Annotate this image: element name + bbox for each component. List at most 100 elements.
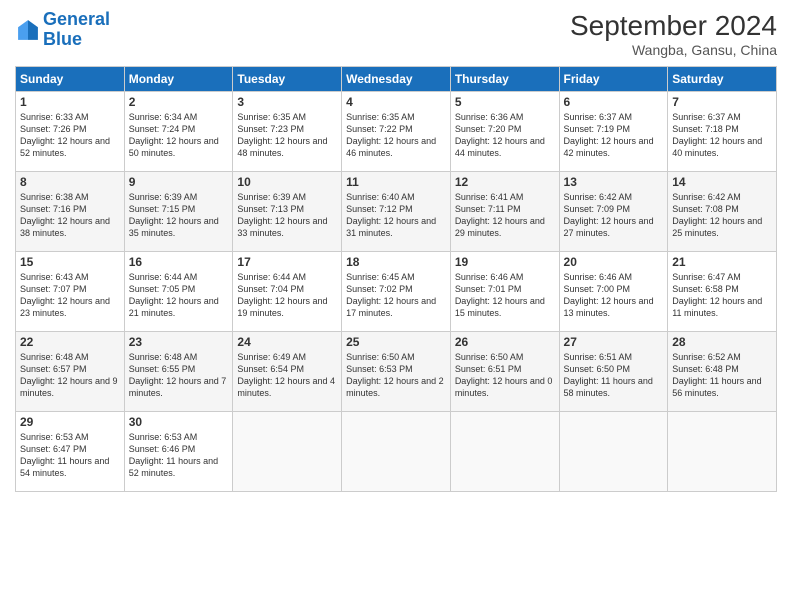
day-info: Sunrise: 6:45 AM Sunset: 7:02 PM Dayligh… [346, 271, 446, 320]
col-friday: Friday [559, 67, 668, 92]
col-sunday: Sunday [16, 67, 125, 92]
day-number: 8 [20, 175, 120, 189]
table-row: 7Sunrise: 6:37 AM Sunset: 7:18 PM Daylig… [668, 92, 777, 172]
calendar-row: 8Sunrise: 6:38 AM Sunset: 7:16 PM Daylig… [16, 172, 777, 252]
col-monday: Monday [124, 67, 233, 92]
day-number: 25 [346, 335, 446, 349]
day-number: 16 [129, 255, 229, 269]
table-row: 12 Sunrise: 6:41 AM Sunset: 7:11 PM Dayli… [450, 172, 559, 252]
col-wednesday: Wednesday [342, 67, 451, 92]
table-row: 22 Sunrise: 6:48 AM Sunset: 6:57 PM Dayli… [16, 332, 125, 412]
table-row: 19Sunrise: 6:46 AM Sunset: 7:01 PM Dayli… [450, 252, 559, 332]
table-row: 1Sunrise: 6:33 AM Sunset: 7:26 PM Daylig… [16, 92, 125, 172]
table-row: 18 Sunrise: 6:45 AM Sunset: 7:02 PM Dayli… [342, 252, 451, 332]
table-row [342, 412, 451, 492]
day-info: Sunrise: 6:46 AM Sunset: 7:00 PM Dayligh… [564, 271, 664, 320]
table-row: 26 Sunrise: 6:50 AM Sunset: 6:51 PM Dayli… [450, 332, 559, 412]
table-row: 15 Sunrise: 6:43 AM Sunset: 7:07 PM Dayli… [16, 252, 125, 332]
table-row: 9 Sunrise: 6:39 AM Sunset: 7:15 PM Daylig… [124, 172, 233, 252]
day-info: Sunrise: 6:53 AM Sunset: 6:46 PM Dayligh… [129, 431, 229, 480]
day-number: 28 [672, 335, 772, 349]
table-row: 14Sunrise: 6:42 AM Sunset: 7:08 PM Dayli… [668, 172, 777, 252]
day-info: Sunrise: 6:50 AM Sunset: 6:53 PM Dayligh… [346, 351, 446, 400]
location-subtitle: Wangba, Gansu, China [570, 42, 777, 58]
day-number: 7 [672, 95, 772, 109]
day-number: 1 [20, 95, 120, 109]
day-info: Sunrise: 6:49 AM Sunset: 6:54 PM Dayligh… [237, 351, 337, 400]
day-number: 9 [129, 175, 229, 189]
day-info: Sunrise: 6:35 AM Sunset: 7:22 PM Dayligh… [346, 111, 446, 160]
day-number: 15 [20, 255, 120, 269]
table-row: 6Sunrise: 6:37 AM Sunset: 7:19 PM Daylig… [559, 92, 668, 172]
table-row: 10 Sunrise: 6:39 AM Sunset: 7:13 PM Dayli… [233, 172, 342, 252]
col-tuesday: Tuesday [233, 67, 342, 92]
table-row [559, 412, 668, 492]
table-row: 5 Sunrise: 6:36 AM Sunset: 7:20 PM Daylig… [450, 92, 559, 172]
day-number: 12 [455, 175, 555, 189]
title-block: September 2024 Wangba, Gansu, China [570, 10, 777, 58]
day-number: 2 [129, 95, 229, 109]
day-info: Sunrise: 6:39 AM Sunset: 7:13 PM Dayligh… [237, 191, 337, 240]
table-row: 25 Sunrise: 6:50 AM Sunset: 6:53 PM Dayli… [342, 332, 451, 412]
day-info: Sunrise: 6:40 AM Sunset: 7:12 PM Dayligh… [346, 191, 446, 240]
table-row [233, 412, 342, 492]
header-row: Sunday Monday Tuesday Wednesday Thursday… [16, 67, 777, 92]
day-number: 27 [564, 335, 664, 349]
day-number: 24 [237, 335, 337, 349]
day-info: Sunrise: 6:47 AM Sunset: 6:58 PM Dayligh… [672, 271, 772, 320]
month-title: September 2024 [570, 10, 777, 42]
table-row [668, 412, 777, 492]
day-info: Sunrise: 6:35 AM Sunset: 7:23 PM Dayligh… [237, 111, 337, 160]
day-info: Sunrise: 6:34 AM Sunset: 7:24 PM Dayligh… [129, 111, 229, 160]
table-row: 23Sunrise: 6:48 AM Sunset: 6:55 PM Dayli… [124, 332, 233, 412]
day-number: 30 [129, 415, 229, 429]
day-info: Sunrise: 6:51 AM Sunset: 6:50 PM Dayligh… [564, 351, 664, 400]
table-row: 16 Sunrise: 6:44 AM Sunset: 7:05 PM Dayli… [124, 252, 233, 332]
day-info: Sunrise: 6:39 AM Sunset: 7:15 PM Dayligh… [129, 191, 229, 240]
day-number: 17 [237, 255, 337, 269]
day-info: Sunrise: 6:43 AM Sunset: 7:07 PM Dayligh… [20, 271, 120, 320]
day-number: 22 [20, 335, 120, 349]
table-row: 8Sunrise: 6:38 AM Sunset: 7:16 PM Daylig… [16, 172, 125, 252]
calendar-table: Sunday Monday Tuesday Wednesday Thursday… [15, 66, 777, 492]
day-number: 13 [564, 175, 664, 189]
day-number: 10 [237, 175, 337, 189]
day-info: Sunrise: 6:44 AM Sunset: 7:04 PM Dayligh… [237, 271, 337, 320]
day-number: 19 [455, 255, 555, 269]
day-number: 11 [346, 175, 446, 189]
table-row: 3 Sunrise: 6:35 AM Sunset: 7:23 PM Daylig… [233, 92, 342, 172]
day-info: Sunrise: 6:48 AM Sunset: 6:57 PM Dayligh… [20, 351, 120, 400]
col-thursday: Thursday [450, 67, 559, 92]
table-row: 27 Sunrise: 6:51 AM Sunset: 6:50 PM Dayli… [559, 332, 668, 412]
day-number: 18 [346, 255, 446, 269]
day-info: Sunrise: 6:44 AM Sunset: 7:05 PM Dayligh… [129, 271, 229, 320]
day-number: 3 [237, 95, 337, 109]
logo-text: GeneralBlue [43, 10, 110, 50]
logo-icon [17, 19, 39, 41]
day-number: 14 [672, 175, 772, 189]
day-info: Sunrise: 6:37 AM Sunset: 7:19 PM Dayligh… [564, 111, 664, 160]
table-row: 28Sunrise: 6:52 AM Sunset: 6:48 PM Dayli… [668, 332, 777, 412]
day-number: 26 [455, 335, 555, 349]
calendar-row: 29Sunrise: 6:53 AM Sunset: 6:47 PM Dayli… [16, 412, 777, 492]
table-row: 21 Sunrise: 6:47 AM Sunset: 6:58 PM Dayli… [668, 252, 777, 332]
day-number: 4 [346, 95, 446, 109]
day-info: Sunrise: 6:50 AM Sunset: 6:51 PM Dayligh… [455, 351, 555, 400]
calendar-row: 1Sunrise: 6:33 AM Sunset: 7:26 PM Daylig… [16, 92, 777, 172]
day-info: Sunrise: 6:36 AM Sunset: 7:20 PM Dayligh… [455, 111, 555, 160]
table-row: 29Sunrise: 6:53 AM Sunset: 6:47 PM Dayli… [16, 412, 125, 492]
day-info: Sunrise: 6:48 AM Sunset: 6:55 PM Dayligh… [129, 351, 229, 400]
table-row: 4 Sunrise: 6:35 AM Sunset: 7:22 PM Daylig… [342, 92, 451, 172]
day-number: 29 [20, 415, 120, 429]
day-number: 20 [564, 255, 664, 269]
table-row: 24 Sunrise: 6:49 AM Sunset: 6:54 PM Dayli… [233, 332, 342, 412]
logo: GeneralBlue [15, 10, 110, 50]
day-info: Sunrise: 6:42 AM Sunset: 7:09 PM Dayligh… [564, 191, 664, 240]
day-number: 21 [672, 255, 772, 269]
table-row: 20 Sunrise: 6:46 AM Sunset: 7:00 PM Dayli… [559, 252, 668, 332]
day-number: 5 [455, 95, 555, 109]
table-row: 30 Sunrise: 6:53 AM Sunset: 6:46 PM Dayli… [124, 412, 233, 492]
day-info: Sunrise: 6:41 AM Sunset: 7:11 PM Dayligh… [455, 191, 555, 240]
table-row: 2 Sunrise: 6:34 AM Sunset: 7:24 PM Daylig… [124, 92, 233, 172]
table-row [450, 412, 559, 492]
